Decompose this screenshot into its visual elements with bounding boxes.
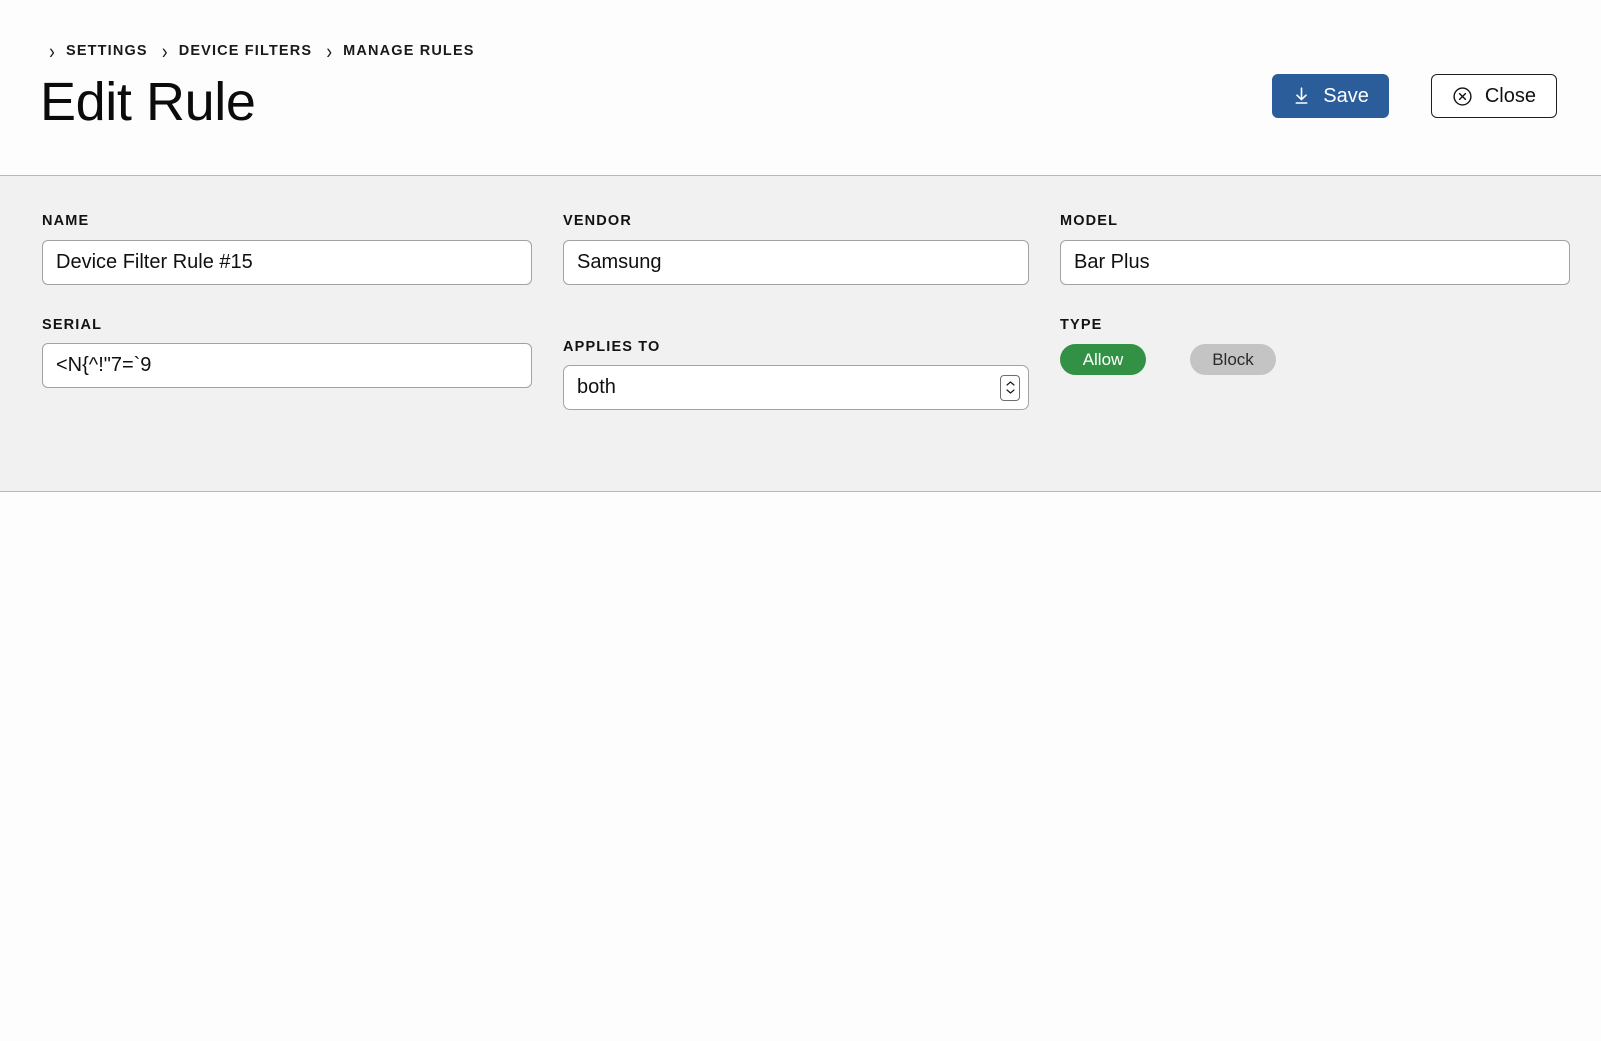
chevron-down-icon bbox=[1005, 389, 1015, 394]
breadcrumb-chevron-icon: › bbox=[161, 39, 168, 63]
applies-to-select-wrap: both bbox=[563, 365, 1029, 410]
type-toggle-group: Allow Block bbox=[1060, 344, 1570, 375]
close-button[interactable]: Close bbox=[1430, 74, 1557, 118]
field-applies-to: APPLIES TO both bbox=[563, 338, 1029, 410]
model-label: MODEL bbox=[1060, 213, 1119, 229]
type-option-allow[interactable]: Allow bbox=[1060, 344, 1146, 375]
page-header: › SETTINGS › DEVICE FILTERS › MANAGE RUL… bbox=[0, 0, 1601, 176]
save-button[interactable]: Save bbox=[1272, 74, 1389, 118]
field-vendor: VENDOR bbox=[563, 214, 1029, 285]
field-type: TYPE Allow Block bbox=[1060, 316, 1570, 375]
name-label: NAME bbox=[42, 213, 90, 229]
save-button-label: Save bbox=[1323, 84, 1369, 107]
type-label: TYPE bbox=[1060, 316, 1103, 333]
breadcrumb-item-manage-rules[interactable]: MANAGE RULES bbox=[339, 40, 481, 62]
form-column-middle: VENDOR APPLIES TO both bbox=[563, 214, 1029, 410]
applies-to-value: both bbox=[577, 376, 616, 398]
rule-form-grid: NAME SERIAL VENDOR APPLIES TO bbox=[42, 214, 1570, 410]
edit-rule-page: › SETTINGS › DEVICE FILTERS › MANAGE RUL… bbox=[0, 0, 1601, 1041]
close-circle-icon bbox=[1452, 86, 1473, 107]
page-body-empty-area bbox=[0, 492, 1601, 1040]
save-download-icon bbox=[1292, 86, 1311, 106]
close-button-label: Close bbox=[1484, 84, 1536, 107]
breadcrumb-chevron-icon: › bbox=[326, 39, 332, 63]
serial-label: SERIAL bbox=[42, 316, 103, 333]
type-option-block[interactable]: Block bbox=[1190, 344, 1276, 375]
field-name: NAME bbox=[42, 214, 532, 285]
applies-to-label: APPLIES TO bbox=[563, 338, 661, 355]
breadcrumb-chevron-icon: › bbox=[49, 39, 55, 63]
applies-to-select[interactable]: both bbox=[563, 365, 1029, 410]
name-input[interactable] bbox=[42, 239, 532, 285]
vendor-label: VENDOR bbox=[563, 213, 632, 229]
form-column-right: MODEL TYPE Allow Block bbox=[1060, 214, 1570, 410]
breadcrumb-item-settings[interactable]: SETTINGS bbox=[62, 40, 155, 62]
serial-input[interactable] bbox=[42, 343, 532, 388]
applies-to-stepper[interactable] bbox=[1000, 374, 1020, 401]
vendor-input[interactable] bbox=[563, 239, 1029, 285]
field-serial: SERIAL bbox=[42, 316, 532, 388]
header-actions: Save Close bbox=[1272, 74, 1557, 118]
breadcrumb: › SETTINGS › DEVICE FILTERS › MANAGE RUL… bbox=[42, 40, 482, 62]
chevron-up-icon bbox=[1005, 381, 1015, 386]
form-column-left: NAME SERIAL bbox=[42, 214, 532, 410]
model-input[interactable] bbox=[1060, 239, 1570, 285]
field-model: MODEL bbox=[1060, 214, 1570, 285]
rule-form-panel: NAME SERIAL VENDOR APPLIES TO bbox=[0, 176, 1601, 492]
page-title: Edit Rule bbox=[40, 72, 256, 132]
breadcrumb-item-device-filters[interactable]: DEVICE FILTERS bbox=[175, 40, 319, 62]
